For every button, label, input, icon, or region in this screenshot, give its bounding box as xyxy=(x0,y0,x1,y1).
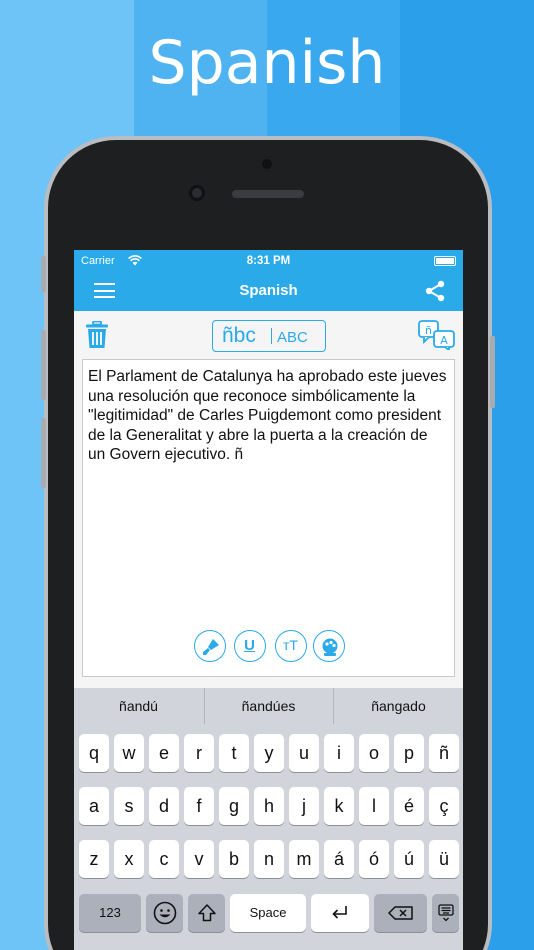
emoji-key[interactable] xyxy=(146,894,183,932)
suggestion-bar: ñandú ñandúes ñangado xyxy=(74,688,463,724)
key[interactable]: e xyxy=(149,734,179,772)
toggle-separator xyxy=(271,328,272,344)
proximity-sensor xyxy=(262,159,272,169)
suggestion-item[interactable]: ñandú xyxy=(74,688,203,724)
key[interactable]: n xyxy=(254,840,284,878)
return-key[interactable] xyxy=(311,894,369,932)
phone-side-button xyxy=(41,256,46,292)
key[interactable]: á xyxy=(324,840,354,878)
keyboard-hide-icon xyxy=(437,904,454,922)
status-time: 8:31 PM xyxy=(246,255,291,267)
brush-icon xyxy=(203,639,219,655)
clear-format-button[interactable] xyxy=(194,630,226,662)
key[interactable]: ñ xyxy=(429,734,459,772)
trash-icon[interactable] xyxy=(86,321,108,349)
promo-headline: Spanish xyxy=(148,28,386,98)
key[interactable]: t xyxy=(219,734,249,772)
svg-text:ñ: ñ xyxy=(425,324,432,337)
svg-text:A: A xyxy=(440,334,448,347)
editor-toolbar: ñbc ABC ñ A xyxy=(74,311,463,358)
key[interactable]: o xyxy=(359,734,389,772)
translate-icon[interactable]: ñ A xyxy=(418,320,456,350)
key[interactable]: y xyxy=(254,734,284,772)
key[interactable]: ú xyxy=(394,840,424,878)
suggestion-item[interactable]: ñandúes xyxy=(204,688,333,724)
share-icon[interactable] xyxy=(424,280,446,302)
battery-icon xyxy=(434,256,456,266)
key[interactable]: v xyxy=(184,840,214,878)
key[interactable]: g xyxy=(219,787,249,825)
key[interactable]: r xyxy=(184,734,214,772)
phone-side-button xyxy=(41,330,46,400)
key[interactable]: q xyxy=(79,734,109,772)
key[interactable]: s xyxy=(114,787,144,825)
shift-icon xyxy=(197,904,216,922)
key[interactable]: d xyxy=(149,787,179,825)
keyboard-layout-toggle[interactable]: ñbc ABC xyxy=(212,320,326,352)
backspace-key[interactable] xyxy=(374,894,427,932)
front-camera xyxy=(189,185,205,201)
editor-text[interactable]: El Parlament de Catalunya ha aprobado es… xyxy=(88,367,448,465)
phone-side-button xyxy=(490,336,495,408)
palette-icon xyxy=(322,638,338,656)
color-palette-button[interactable] xyxy=(313,630,345,662)
text-editor[interactable]: El Parlament de Catalunya ha aprobado es… xyxy=(82,359,455,677)
earpiece-speaker xyxy=(232,190,304,198)
key[interactable]: x xyxy=(114,840,144,878)
emoji-icon xyxy=(153,901,176,925)
text-size-button[interactable]: тT xyxy=(275,630,307,662)
key[interactable]: p xyxy=(394,734,424,772)
phone-side-button xyxy=(41,418,46,488)
key[interactable]: j xyxy=(289,787,319,825)
key[interactable]: m xyxy=(289,840,319,878)
key[interactable]: ü xyxy=(429,840,459,878)
status-bar: Carrier 8:31 PM xyxy=(81,254,456,270)
key[interactable]: z xyxy=(79,840,109,878)
key[interactable]: h xyxy=(254,787,284,825)
underline-glyph: U xyxy=(244,637,255,654)
backspace-icon xyxy=(387,906,413,920)
app-screen: Carrier 8:31 PM Spanish ñbc ABC ñ A El P… xyxy=(74,250,463,950)
key[interactable]: u xyxy=(289,734,319,772)
suggestion-item[interactable]: ñangado xyxy=(334,688,463,724)
numbers-key[interactable]: 123 xyxy=(79,894,141,932)
key[interactable]: b xyxy=(219,840,249,878)
page-title: Spanish xyxy=(239,282,298,299)
key[interactable]: a xyxy=(79,787,109,825)
keyboard: ñandú ñandúes ñangado q w e r t y u i o … xyxy=(74,688,463,950)
return-icon xyxy=(332,906,347,919)
key[interactable]: f xyxy=(184,787,214,825)
key[interactable]: w xyxy=(114,734,144,772)
key[interactable]: ç xyxy=(429,787,459,825)
toggle-spanish-label: ñbc xyxy=(222,324,256,347)
key[interactable]: l xyxy=(359,787,389,825)
app-bar: Carrier 8:31 PM Spanish xyxy=(74,250,463,311)
key[interactable]: é xyxy=(394,787,424,825)
key[interactable]: i xyxy=(324,734,354,772)
key[interactable]: k xyxy=(324,787,354,825)
text-size-glyph: тT xyxy=(283,637,298,653)
dismiss-keyboard-key[interactable] xyxy=(432,894,459,932)
shift-key[interactable] xyxy=(188,894,225,932)
toggle-latin-label: ABC xyxy=(277,329,308,346)
key[interactable]: ó xyxy=(359,840,389,878)
key[interactable]: c xyxy=(149,840,179,878)
underline-button[interactable]: U xyxy=(234,630,266,662)
space-key[interactable]: Space xyxy=(230,894,306,932)
